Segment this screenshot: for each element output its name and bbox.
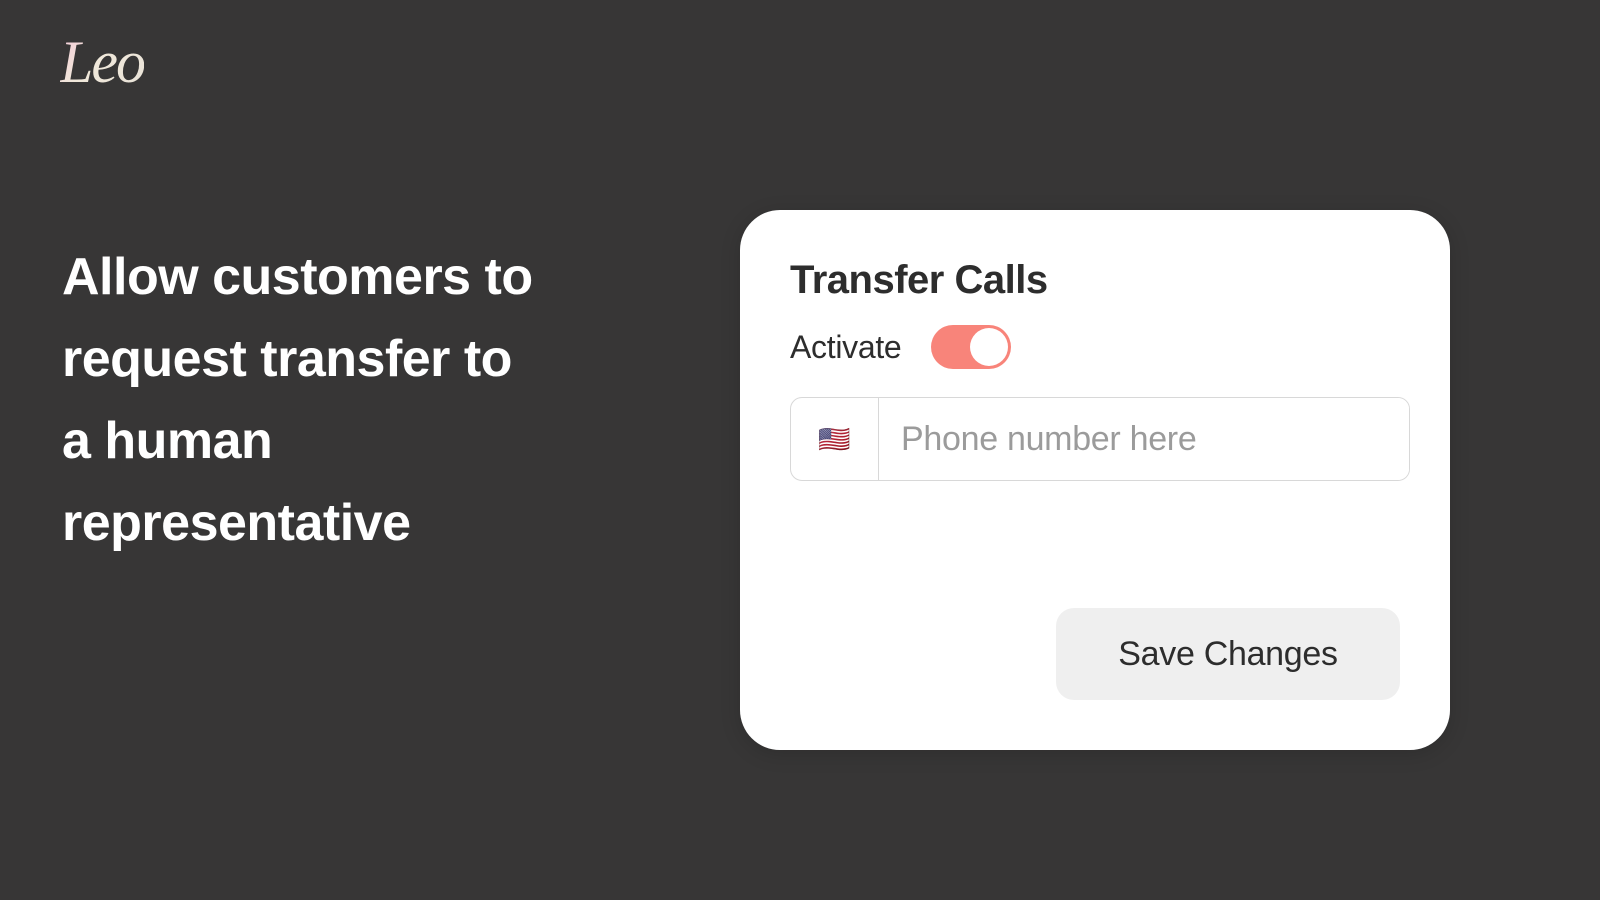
card-title: Transfer Calls xyxy=(790,258,1400,303)
country-flag-selector[interactable]: 🇺🇸 xyxy=(791,398,879,480)
toggle-knob xyxy=(970,328,1008,366)
phone-field: 🇺🇸 xyxy=(790,397,1410,481)
us-flag-icon: 🇺🇸 xyxy=(818,424,850,455)
activate-toggle[interactable] xyxy=(931,325,1011,369)
activate-row: Activate xyxy=(790,325,1400,369)
activate-label: Activate xyxy=(790,329,901,366)
phone-number-input[interactable] xyxy=(879,398,1409,480)
brand-logo: Leo xyxy=(60,28,144,97)
transfer-calls-card: Transfer Calls Activate 🇺🇸 Save Changes xyxy=(740,210,1450,750)
save-changes-button[interactable]: Save Changes xyxy=(1056,608,1400,700)
hero-tagline: Allow customers to request transfer to a… xyxy=(62,236,542,565)
